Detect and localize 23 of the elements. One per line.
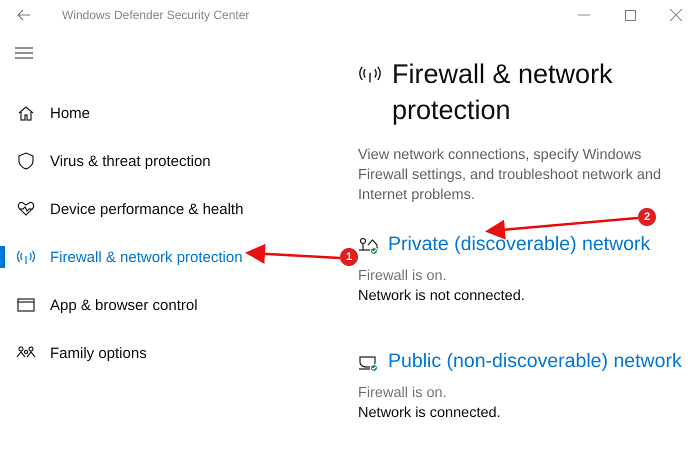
sidebar-item[interactable]: Family options [0,329,147,377]
page-description: View network connections, specify Windows Firewall settings, and troubleshoot network and Internet problems. [358,146,662,205]
window-title: Windows Defender Security Center [62,8,250,22]
firewall-status: Firewall is on. [358,267,448,286]
sidebar-item[interactable]: Device performance & health [0,185,244,233]
close-icon [670,9,682,21]
sidebar-item[interactable]: Home [0,89,90,137]
back-arrow-icon [17,9,31,21]
page-title: Firewall & network protection [392,58,614,127]
sidebar-item[interactable]: App & browser control [0,281,198,329]
connection-status: Network is not connected. [358,287,526,306]
sidebar-item[interactable]: Firewall & network protection [0,233,243,281]
sidebar-item[interactable]: Virus & threat protection [0,137,211,185]
connection-status: Network is connected. [358,404,502,423]
firewall-status: Firewall is on. [358,384,448,403]
annotation-badge: 2 [638,208,656,226]
shield-icon [16,151,36,171]
minimize-icon [578,14,590,16]
network-link[interactable]: Public (non-discoverable) network [388,350,682,373]
maximize-icon [624,10,636,20]
network-link[interactable]: Private (discoverable) network [388,233,650,256]
selection-indicator [0,246,5,268]
annotation-badge: 1 [340,248,358,266]
